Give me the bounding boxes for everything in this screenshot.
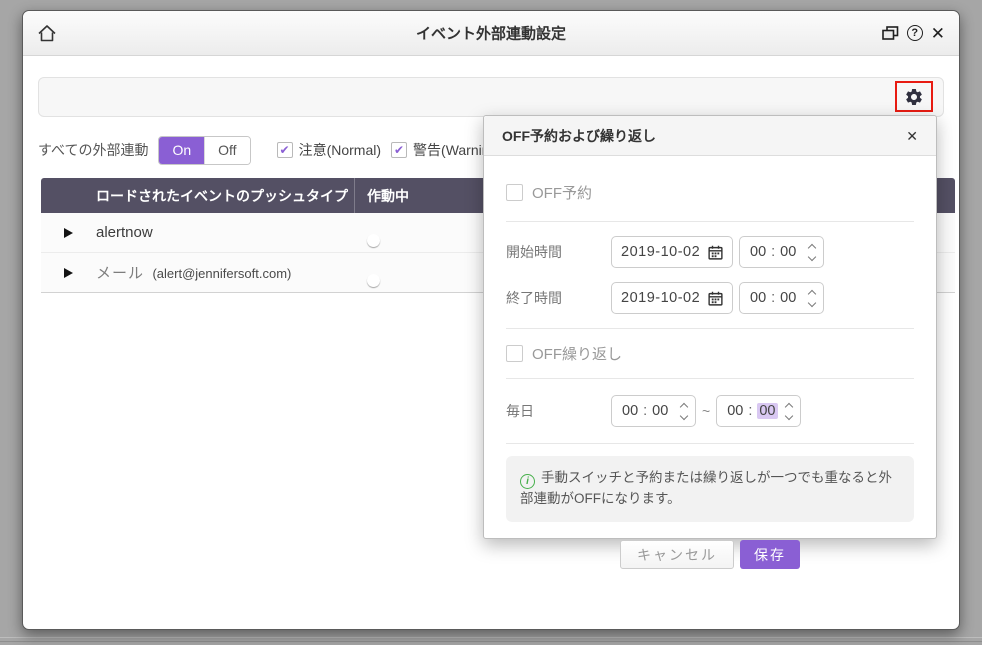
off-repeat-label: OFF繰り返し xyxy=(532,343,622,364)
section-divider xyxy=(506,443,914,444)
time-colon: : xyxy=(771,244,775,260)
time-colon: : xyxy=(748,403,752,419)
calendar-icon[interactable] xyxy=(708,245,723,260)
end-time-row: 終了時間 2019-10-02 00 : 00 xyxy=(506,282,914,314)
cancel-button[interactable]: キャンセル xyxy=(620,540,734,569)
section-divider xyxy=(506,328,914,329)
popup-close-icon[interactable]: ✕ xyxy=(906,129,918,143)
toggle-off-button[interactable]: Off xyxy=(204,137,249,164)
backdrop-line xyxy=(0,637,982,638)
end-date-value: 2019-10-02 xyxy=(621,290,700,306)
push-type-name: メール xyxy=(96,265,144,282)
spinner-down-icon[interactable] xyxy=(808,298,816,306)
daily-from-time-input[interactable]: 00 : 00 xyxy=(611,395,696,427)
calendar-icon[interactable] xyxy=(708,291,723,306)
page-title: イベント外部連動設定 xyxy=(416,23,566,44)
start-date-input[interactable]: 2019-10-02 xyxy=(611,236,733,268)
all-integration-toggle: On Off xyxy=(158,136,250,165)
dialog-header: イベント外部連動設定 ? ✕ xyxy=(23,11,959,56)
check-icon: ✔ xyxy=(394,144,404,156)
filter-label: すべての外部連動 xyxy=(38,140,148,160)
info-box: i手動スイッチと予約または繰り返しが一つでも重なると外部連動がOFFになります。 xyxy=(506,456,914,522)
warning-checkbox[interactable]: ✔ xyxy=(391,142,407,158)
time-spinner[interactable] xyxy=(681,404,687,419)
spinner-down-icon[interactable] xyxy=(808,252,816,260)
active-column-header: 作動中 xyxy=(355,186,409,206)
section-divider xyxy=(506,378,914,379)
daily-from-minute: 00 xyxy=(652,403,668,419)
filter-row: すべての外部連動 On Off ✔ 注意(Normal) ✔ 警告(Warnin… xyxy=(38,135,517,165)
end-time-label: 終了時間 xyxy=(506,288,611,308)
end-time-input[interactable]: 00 : 00 xyxy=(739,282,824,314)
daily-to-minute-selected: 00 xyxy=(757,403,777,419)
end-hour: 00 xyxy=(750,290,766,306)
close-window-icon[interactable]: ✕ xyxy=(931,25,945,42)
daily-time-row: 毎日 00 : 00 ~ 00 : 00 xyxy=(506,395,914,427)
time-colon: : xyxy=(643,403,647,419)
push-type-detail: (alert@jennifersoft.com) xyxy=(152,266,291,281)
info-icon: i xyxy=(520,474,535,489)
backdrop-line xyxy=(0,641,982,642)
normal-checkbox-label: 注意(Normal) xyxy=(299,140,381,160)
start-date-value: 2019-10-02 xyxy=(621,244,700,260)
expand-arrow-icon[interactable] xyxy=(64,228,73,238)
start-minute: 00 xyxy=(780,244,796,260)
gear-icon xyxy=(904,87,924,107)
section-divider xyxy=(506,221,914,222)
push-type-cell: alertnow xyxy=(96,224,354,242)
time-spinner[interactable] xyxy=(809,291,815,306)
home-icon[interactable] xyxy=(37,24,57,43)
start-hour: 00 xyxy=(750,244,766,260)
info-text: 手動スイッチと予約または繰り返しが一つでも重なると外部連動がOFFになります。 xyxy=(520,470,892,506)
popup-header: OFF予約および繰り返し ✕ xyxy=(484,116,936,156)
off-schedule-checkbox[interactable] xyxy=(506,184,523,201)
daily-to-time-input[interactable]: 00 : 00 xyxy=(716,395,801,427)
start-time-label: 開始時間 xyxy=(506,242,611,262)
help-icon[interactable]: ? xyxy=(907,25,923,41)
start-time-input[interactable]: 00 : 00 xyxy=(739,236,824,268)
spinner-down-icon[interactable] xyxy=(785,411,793,419)
window-controls: ? ✕ xyxy=(882,25,945,42)
restore-window-icon[interactable] xyxy=(882,26,899,41)
spinner-up-icon[interactable] xyxy=(808,289,816,297)
daily-label: 毎日 xyxy=(506,401,611,421)
off-repeat-checkbox[interactable] xyxy=(506,345,523,362)
off-schedule-checkbox-row: OFF予約 xyxy=(506,182,914,203)
toolbar xyxy=(38,77,944,117)
popup-title: OFF予約および繰り返し xyxy=(502,126,656,146)
toggle-knob xyxy=(367,234,380,247)
popup-body: OFF予約 開始時間 2019-10-02 xyxy=(484,156,936,569)
daily-to-hour: 00 xyxy=(727,403,743,419)
end-minute: 00 xyxy=(780,290,796,306)
time-colon: : xyxy=(771,290,775,306)
spinner-up-icon[interactable] xyxy=(808,243,816,251)
spinner-up-icon[interactable] xyxy=(785,402,793,410)
time-spinner[interactable] xyxy=(809,245,815,260)
off-schedule-label: OFF予約 xyxy=(532,182,592,203)
check-icon: ✔ xyxy=(280,144,290,156)
filter-checkbox-normal-group: ✔ 注意(Normal) xyxy=(277,140,381,160)
off-schedule-popup: OFF予約および繰り返し ✕ OFF予約 開始時間 2019-10-02 xyxy=(483,115,937,539)
expand-arrow-icon[interactable] xyxy=(64,268,73,278)
expander-cell xyxy=(41,228,96,238)
push-type-column-header: ロードされたイベントのプッシュタイプ xyxy=(96,186,354,206)
expander-cell xyxy=(41,268,96,278)
daily-from-hour: 00 xyxy=(622,403,638,419)
spinner-down-icon[interactable] xyxy=(680,411,688,419)
push-type-name: alertnow xyxy=(96,224,153,241)
range-tilde: ~ xyxy=(702,403,710,419)
time-spinner[interactable] xyxy=(786,404,792,419)
normal-checkbox[interactable]: ✔ xyxy=(277,142,293,158)
toggle-knob xyxy=(367,274,380,287)
end-date-input[interactable]: 2019-10-02 xyxy=(611,282,733,314)
toggle-on-button[interactable]: On xyxy=(159,137,204,164)
start-time-row: 開始時間 2019-10-02 00 : 00 xyxy=(506,236,914,268)
popup-buttons: キャンセル 保存 xyxy=(506,540,914,569)
push-type-cell: メール (alert@jennifersoft.com) xyxy=(96,262,354,283)
spinner-up-icon[interactable] xyxy=(680,402,688,410)
save-button[interactable]: 保存 xyxy=(740,540,800,569)
off-repeat-checkbox-row: OFF繰り返し xyxy=(506,343,914,364)
settings-gear-button[interactable] xyxy=(895,81,933,112)
